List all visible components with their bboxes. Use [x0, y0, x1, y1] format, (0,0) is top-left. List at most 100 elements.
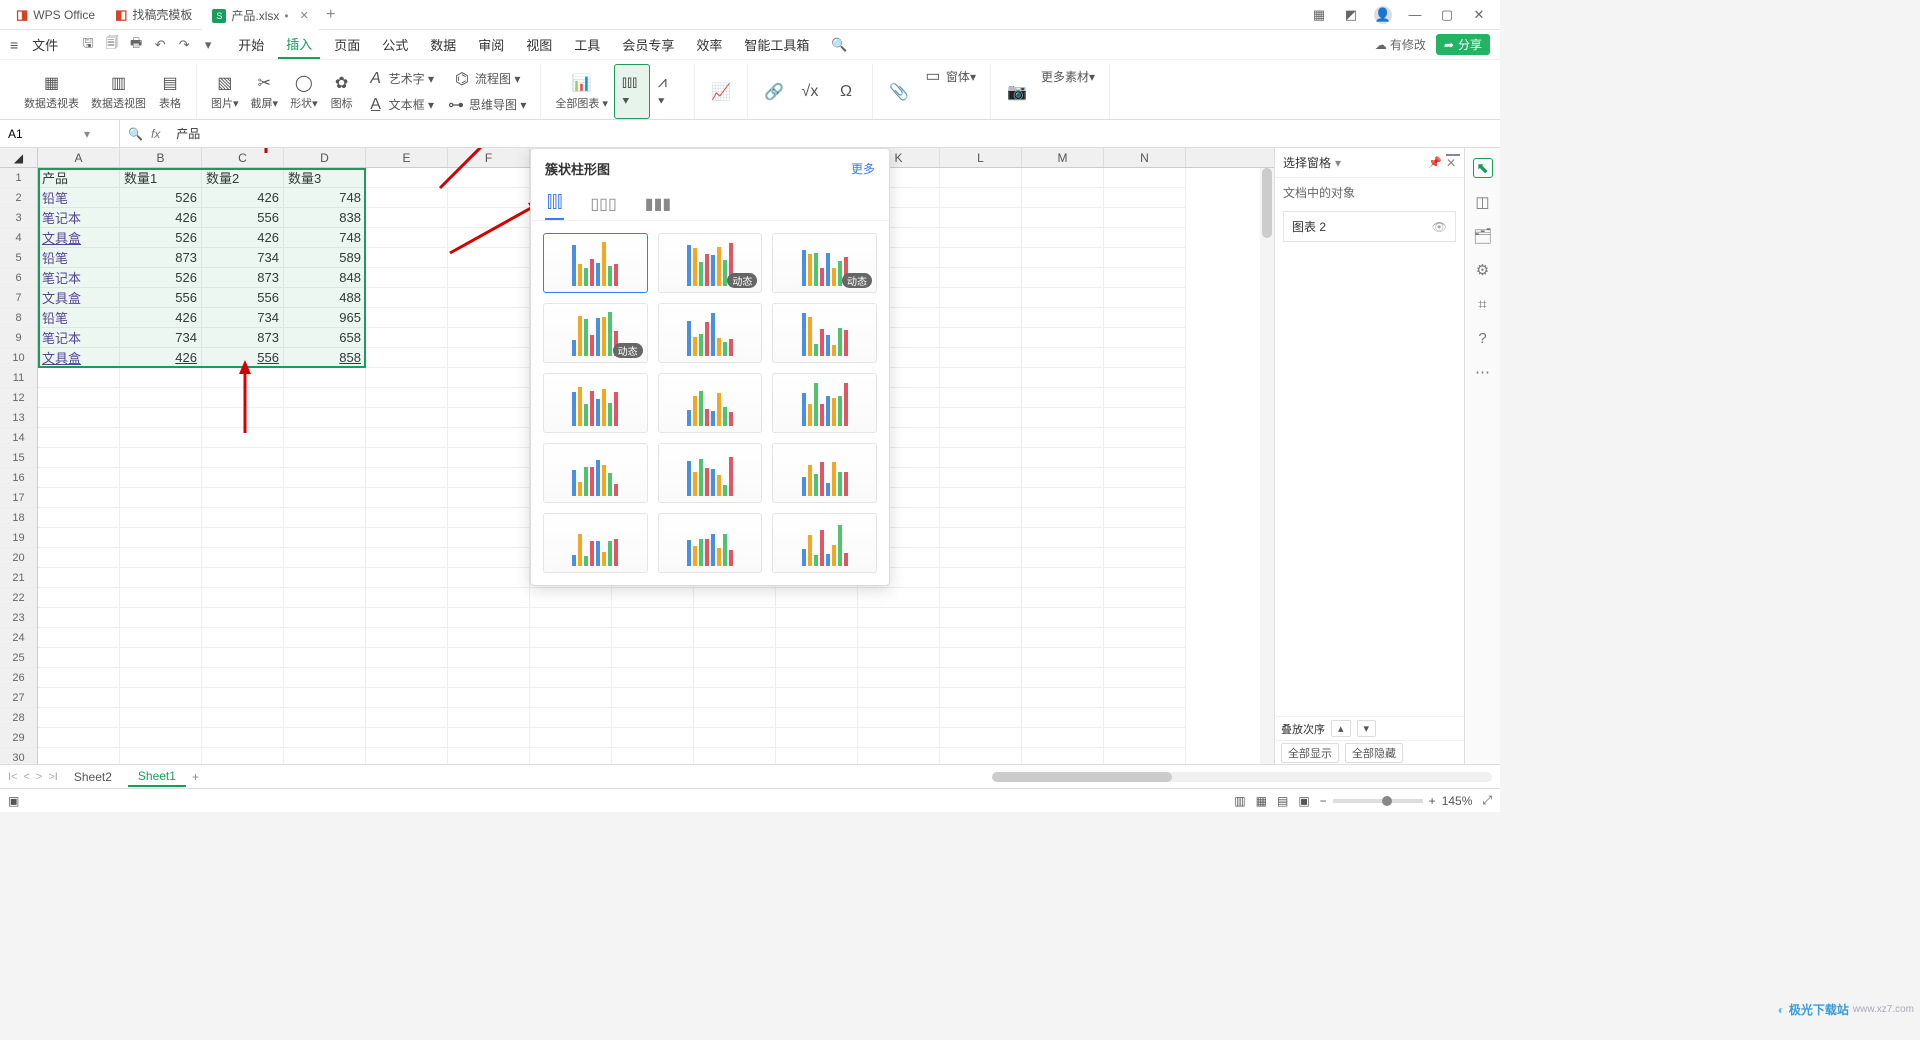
cell[interactable]: [940, 648, 1022, 668]
cell[interactable]: [366, 348, 448, 368]
cell[interactable]: [694, 628, 776, 648]
selection-pane-item[interactable]: 图表 2 👁: [1283, 211, 1456, 242]
cell[interactable]: [366, 168, 448, 188]
cell[interactable]: [284, 728, 366, 748]
menu-data[interactable]: 数据: [422, 31, 464, 59]
cell[interactable]: [38, 468, 120, 488]
view-split-icon[interactable]: ▥: [1234, 794, 1245, 808]
cell[interactable]: 748: [284, 228, 366, 248]
cell[interactable]: [694, 688, 776, 708]
column-header[interactable]: C: [202, 148, 284, 167]
templates-tab[interactable]: ◧ 找稿壳模板: [105, 0, 202, 30]
cell[interactable]: [366, 588, 448, 608]
cell[interactable]: [1022, 748, 1104, 764]
cell[interactable]: [1022, 428, 1104, 448]
cell[interactable]: [366, 188, 448, 208]
cell[interactable]: [284, 588, 366, 608]
cell[interactable]: [38, 508, 120, 528]
attachment-button[interactable]: 📎: [881, 64, 917, 119]
row-header[interactable]: 5: [0, 248, 37, 268]
menu-home[interactable]: 开始: [230, 31, 272, 59]
zoom-percent[interactable]: 145%: [1442, 794, 1473, 808]
cell[interactable]: [940, 748, 1022, 764]
camera-button[interactable]: 📷: [999, 64, 1035, 119]
chart-thumbnail[interactable]: 动态: [772, 233, 877, 293]
column-header[interactable]: B: [120, 148, 202, 167]
cell[interactable]: [202, 608, 284, 628]
cell[interactable]: [120, 588, 202, 608]
cell[interactable]: [940, 208, 1022, 228]
cell[interactable]: [38, 548, 120, 568]
menu-insert[interactable]: 插入: [278, 31, 320, 59]
zoom-slider[interactable]: [1333, 799, 1423, 803]
settings-icon[interactable]: ⚙: [1473, 260, 1493, 280]
cell[interactable]: 556: [202, 288, 284, 308]
chart-thumbnail[interactable]: [772, 373, 877, 433]
cell[interactable]: [1104, 748, 1186, 764]
cell[interactable]: [940, 728, 1022, 748]
cell[interactable]: [530, 688, 612, 708]
cell[interactable]: 526: [120, 268, 202, 288]
cell[interactable]: [38, 488, 120, 508]
row-header[interactable]: 28: [0, 708, 37, 728]
row-header[interactable]: 29: [0, 728, 37, 748]
hyperlink-button[interactable]: 🔗: [756, 64, 792, 119]
view-normal-icon[interactable]: ▦: [1256, 794, 1267, 808]
show-all-button[interactable]: 全部显示: [1281, 743, 1339, 763]
cell[interactable]: [1104, 348, 1186, 368]
row-header[interactable]: 22: [0, 588, 37, 608]
form-button[interactable]: ▭窗体▾: [917, 64, 982, 88]
name-box-input[interactable]: [8, 127, 78, 141]
cell[interactable]: 426: [120, 348, 202, 368]
chart-thumbnail[interactable]: [772, 443, 877, 503]
chart-tab-stacked-icon[interactable]: ▯▯▯: [588, 188, 618, 220]
cell[interactable]: [940, 588, 1022, 608]
cell[interactable]: [284, 488, 366, 508]
row-header[interactable]: 30: [0, 748, 37, 764]
cell[interactable]: [940, 688, 1022, 708]
file-menu[interactable]: 文件: [24, 31, 66, 59]
sheet-nav-next-icon[interactable]: >: [36, 771, 42, 783]
more-assets-button[interactable]: 更多素材▾: [1035, 64, 1101, 88]
cell[interactable]: 556: [120, 288, 202, 308]
maximize-icon[interactable]: ▢: [1438, 6, 1456, 24]
column-header[interactable]: L: [940, 148, 1022, 167]
column-header[interactable]: M: [1022, 148, 1104, 167]
cell[interactable]: [448, 488, 530, 508]
cell[interactable]: [1022, 408, 1104, 428]
cell[interactable]: [120, 428, 202, 448]
flowchart-button[interactable]: ⌬流程图 ▾: [440, 67, 532, 91]
table-button[interactable]: ▤表格: [152, 64, 188, 119]
cell[interactable]: [448, 748, 530, 764]
cell[interactable]: [366, 708, 448, 728]
menu-smart-toolbox[interactable]: 智能工具箱: [736, 31, 817, 59]
picture-button[interactable]: ▧图片▾: [205, 64, 245, 119]
cell[interactable]: [940, 448, 1022, 468]
cell[interactable]: [366, 468, 448, 488]
cell[interactable]: [38, 668, 120, 688]
cell[interactable]: [612, 748, 694, 764]
screenshot-button[interactable]: ✂截屏▾: [245, 64, 285, 119]
cell[interactable]: [940, 708, 1022, 728]
cell[interactable]: [366, 208, 448, 228]
cell[interactable]: [448, 628, 530, 648]
mindmap-button[interactable]: ⊶思维导图 ▾: [440, 93, 532, 117]
cell[interactable]: [1104, 688, 1186, 708]
cell[interactable]: [1022, 568, 1104, 588]
cell[interactable]: 734: [120, 328, 202, 348]
cell[interactable]: [1104, 188, 1186, 208]
cell[interactable]: [284, 628, 366, 648]
column-header[interactable]: E: [366, 148, 448, 167]
cell[interactable]: [1104, 388, 1186, 408]
cell[interactable]: [940, 328, 1022, 348]
cell[interactable]: [366, 388, 448, 408]
symbol-button[interactable]: Ω: [828, 64, 864, 119]
cell[interactable]: [858, 708, 940, 728]
cell[interactable]: [1022, 448, 1104, 468]
cell[interactable]: [38, 688, 120, 708]
all-charts-button[interactable]: 📊全部图表 ▾: [549, 64, 614, 119]
cell[interactable]: [120, 748, 202, 764]
cell[interactable]: [366, 428, 448, 448]
cell[interactable]: [448, 508, 530, 528]
hide-all-button[interactable]: 全部隐藏: [1345, 743, 1403, 763]
